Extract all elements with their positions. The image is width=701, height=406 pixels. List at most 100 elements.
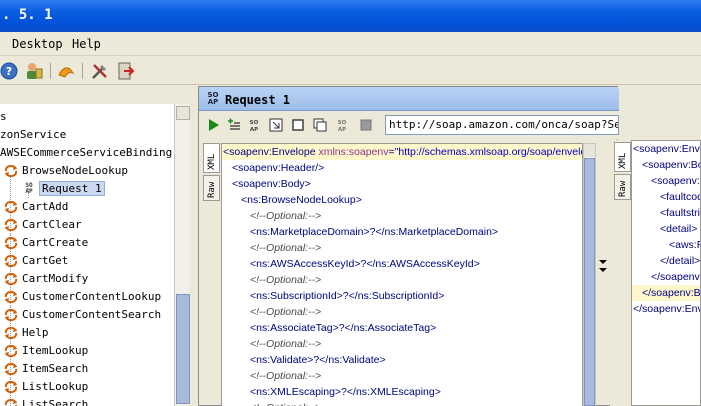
code-token: <!--Optional:--> [250,338,322,350]
panel-splitter[interactable] [597,140,609,406]
response-panel: XML Raw <soapenv:Envelope<soapenv:Body><… [610,140,701,406]
code-token: xmlns:soapenv [318,146,389,158]
code-token: <ns:SubscriptionId>?</ns:SubscriptionId> [250,290,445,302]
response-code-line: <soapenv:Body> [642,159,700,171]
code-token: <!--Optional:--> [250,210,322,222]
preferences-icon[interactable] [24,61,44,81]
code-token: <soapenv:Body> [232,178,311,190]
scroll-up-button[interactable] [584,144,595,157]
tree-item[interactable]: Help [4,324,49,342]
help-icon[interactable]: ? [0,61,20,81]
tree-item-label: ListLookup [22,380,89,393]
operation-icon [4,273,18,285]
tree-item[interactable]: CartAdd [4,198,68,216]
main-toolbar: ? [0,57,701,85]
code-line: <ns:SubscriptionId>?</ns:SubscriptionId> [250,288,444,304]
request-header: SO AP Request 1 [199,87,619,111]
submit-request-icon[interactable] [207,118,221,132]
tree-item[interactable]: ListSearch [4,396,88,406]
code-line: <soapenv:Body> [232,176,311,192]
soap-icon[interactable]: SO AP [335,118,349,132]
tree-item[interactable]: BrowseNodeLookup [4,162,128,180]
svg-text:AP: AP [338,127,346,132]
hermes-icon[interactable] [56,61,76,81]
code-line: <!--Optional:--> [250,272,321,288]
title-bar[interactable]: . 5. 1 [0,0,701,32]
tree-item[interactable]: ItemSearch [4,360,88,378]
tree-item[interactable]: CartCreate [4,234,88,252]
code-token: <ns:AssociateTag>?</ns:AssociateTag> [250,322,437,334]
scroll-thumb[interactable] [584,158,595,406]
scroll-thumb[interactable] [176,294,190,404]
tree-item[interactable]: zonService [0,126,66,144]
tree-item-label: BrowseNodeLookup [22,164,128,177]
svg-text:SO: SO [338,120,347,126]
tree-item-label: CustomerContentLookup [22,290,162,303]
operation-icon [4,399,18,406]
exit-icon[interactable] [116,61,136,81]
code-line: <ns:AWSAccessKeyId>?</ns:AWSAccessKeyId> [250,256,480,272]
operation-icon [4,219,18,231]
menu-help[interactable]: Help [72,37,101,51]
operation-icon [4,201,18,213]
clone-icon[interactable] [313,118,327,132]
operation-icon [4,309,18,321]
tree-item-selected[interactable]: SO AP Request 1 [22,180,105,198]
operation-icon [4,165,18,177]
add-endpoint-icon[interactable] [227,118,241,132]
scroll-up-button[interactable] [176,106,190,120]
code-token: <soapenv:Header/> [232,162,325,174]
code-token: <ns:XMLEscaping>?</ns:XMLEscaping> [250,386,441,398]
response-code-line: <detail> [660,223,698,235]
tree-item-label: CustomerContentSearch [22,308,162,321]
tree-item[interactable]: s [0,108,7,126]
soap-icon[interactable]: SO AP [247,118,261,132]
tree-item[interactable]: CartGet [4,252,68,270]
operation-icon [4,327,18,339]
response-tab-xml[interactable]: XML [614,142,631,172]
operation-icon [4,255,18,267]
tree-item[interactable]: CartClear [4,216,82,234]
tree-item[interactable]: ItemLookup [4,342,88,360]
response-tab-raw[interactable]: Raw [614,174,631,200]
tree-scrollbar[interactable] [174,104,190,406]
endpoint-url-input[interactable]: http://soap.amazon.com/onca/soap?Service… [385,115,619,135]
response-code-line: </soapenv:Envelope> [633,303,700,315]
tab-xml[interactable]: XML [203,143,220,173]
request-xml-editor[interactable]: <soapenv:Envelope xmlns:soapenv="http://… [221,143,583,406]
tree-item-label: zonService [0,128,67,141]
tree-item[interactable]: AWSECommerceServiceBinding [0,144,172,162]
stop-icon[interactable] [291,118,305,132]
operation-icon [4,363,18,375]
operation-icon [4,237,18,249]
editor-scrollbar[interactable] [583,143,596,406]
tree-item-label: CartClear [22,218,82,231]
code-line: <ns:MarketplaceDomain>?</ns:MarketplaceD… [250,224,498,240]
menu-desktop[interactable]: Desktop [12,37,63,51]
code-token: <!--Optional:--> [250,370,322,382]
tree-item-label: ItemSearch [22,362,89,375]
operation-icon [4,381,18,393]
code-token: <!--Optional:--> [250,306,322,318]
tree-item-label: ListSearch [22,398,89,406]
tree-item[interactable]: CustomerContentSearch [4,306,161,324]
response-code-line: </detail> [660,255,701,267]
code-token: <ns:Validate>?</ns:Validate> [250,354,386,366]
code-token: <!--Optional:--> [250,242,322,254]
code-line: <ns:AssociateTag>?</ns:AssociateTag> [250,320,436,336]
code-line: <!--Optional:--> [250,240,321,256]
maximize-icon[interactable] [269,118,283,132]
tree-item[interactable]: CustomerContentLookup [4,288,161,306]
tab-raw[interactable]: Raw [203,175,220,201]
code-line: <soapenv:Header/> [232,160,324,176]
tree-item[interactable]: CartModify [4,270,88,288]
code-token: <!--Optional:--> [250,274,322,286]
cancel-icon[interactable] [359,118,373,132]
code-line: <!--Optional:--> [250,304,321,320]
tools-icon[interactable] [90,61,110,81]
tree-item[interactable]: ListLookup [4,378,88,396]
code-token: <soapenv:Envelope [223,146,319,158]
code-token: <ns:AWSAccessKeyId>?</ns:AWSAccessKeyId> [250,258,480,270]
response-xml-editor[interactable]: <soapenv:Envelope <soapenv:Body> <soapenv:… [631,140,701,406]
response-code-line: <faultcode> [660,191,700,203]
